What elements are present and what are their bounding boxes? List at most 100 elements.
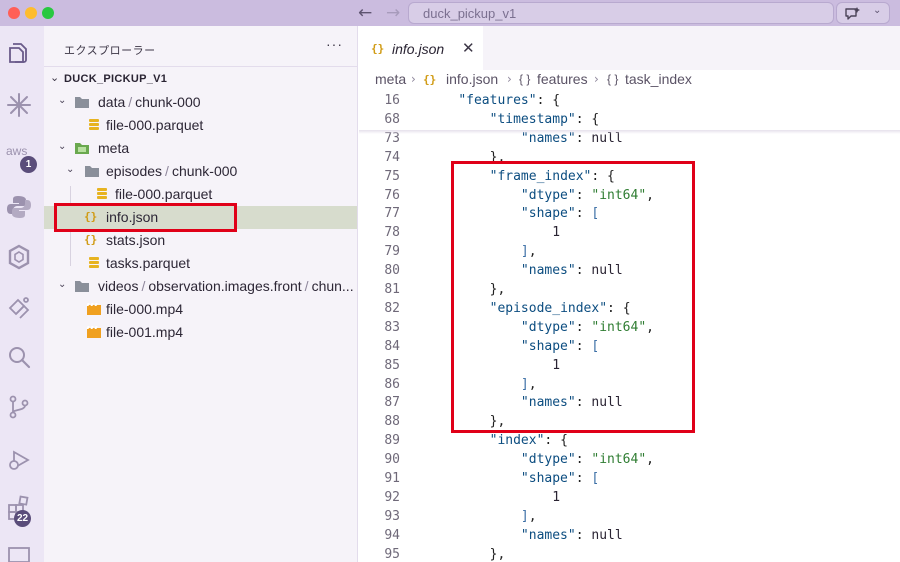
line-number: 88 bbox=[384, 414, 400, 430]
breadcrumb-item[interactable]: task_index bbox=[625, 71, 692, 87]
line-number: 87 bbox=[384, 395, 400, 411]
line-number: 83 bbox=[384, 319, 400, 335]
workspace-root-label: DUCK_PICKUP_V1 bbox=[64, 73, 168, 85]
line-number: 85 bbox=[384, 357, 400, 373]
line-number: 95 bbox=[384, 546, 400, 562]
openai-icon[interactable] bbox=[6, 244, 32, 270]
database-icon bbox=[97, 188, 107, 199]
database-icon bbox=[89, 119, 99, 130]
folder-meta-icon bbox=[75, 143, 89, 154]
tree-file-label: file-000.mp4 bbox=[106, 301, 184, 317]
database-icon bbox=[89, 257, 99, 268]
zoom-window-button[interactable] bbox=[42, 7, 54, 19]
chevron-down-icon: ⌄ bbox=[58, 279, 67, 290]
breadcrumb-item[interactable]: meta bbox=[375, 71, 406, 87]
code-text: ], bbox=[520, 508, 537, 524]
tree-file-data-parquet[interactable]: file-000.parquet bbox=[44, 114, 357, 137]
explorer-title: エクスプローラー bbox=[64, 45, 156, 57]
json-file-icon: {} bbox=[371, 42, 385, 55]
remote-explorer-icon[interactable] bbox=[6, 544, 32, 562]
python-icon[interactable] bbox=[6, 194, 32, 220]
tree-folder-videos[interactable]: ⌄ videos / observation.images.front / chun..… bbox=[44, 275, 357, 298]
more-actions-icon[interactable]: ··· bbox=[326, 36, 343, 52]
json-file-icon: {} bbox=[84, 233, 98, 246]
explorer-icon[interactable] bbox=[6, 40, 32, 66]
json-file-icon: {} bbox=[423, 73, 437, 86]
tree-file-tasks-parquet[interactable]: tasks.parquet bbox=[44, 252, 357, 275]
tree-folder-label: data / chunk-000 bbox=[98, 94, 201, 110]
chevron-down-icon: ⌄ bbox=[50, 71, 60, 84]
tree-file-label: file-001.mp4 bbox=[106, 324, 184, 340]
line-number: 91 bbox=[384, 471, 400, 486]
chat-sparkle-icon bbox=[845, 7, 860, 20]
command-center-label: duck_pickup_v1 bbox=[423, 6, 517, 21]
code-line[interactable]: 94 "names": null bbox=[359, 527, 900, 546]
breadcrumb: meta › {} info.json › { } features › { }… bbox=[359, 70, 900, 92]
chat-button[interactable]: ⌄ bbox=[836, 2, 890, 24]
line-number: 79 bbox=[384, 244, 400, 260]
extensions-icon[interactable]: 22 bbox=[6, 494, 32, 527]
code-line[interactable]: 93 ], bbox=[359, 508, 900, 527]
line-number: 68 bbox=[384, 111, 400, 127]
video-file-icon bbox=[86, 303, 101, 315]
back-arrow-icon[interactable]: ← bbox=[358, 3, 372, 23]
code-line[interactable]: 91 "shape": [ bbox=[359, 470, 900, 489]
line-number: 16 bbox=[384, 93, 400, 108]
tree-file-stats-json[interactable]: {} stats.json bbox=[44, 229, 357, 252]
tree-folder-label: videos / observation.images.front / chun... bbox=[98, 278, 354, 294]
line-number: 81 bbox=[384, 282, 400, 297]
close-icon[interactable]: ✕ bbox=[462, 39, 475, 57]
tree-file-video-001[interactable]: file-001.mp4 bbox=[44, 321, 357, 344]
breadcrumb-item[interactable]: info.json bbox=[446, 71, 498, 87]
line-number: 82 bbox=[384, 300, 400, 316]
minimize-window-button[interactable] bbox=[25, 7, 37, 19]
code-line[interactable]: 16 "features": { bbox=[359, 92, 900, 111]
chevron-down-icon: ⌄ bbox=[66, 164, 75, 175]
tree-file-label: stats.json bbox=[106, 232, 166, 248]
line-number: 77 bbox=[384, 206, 400, 222]
chevron-down-icon: ⌄ bbox=[58, 141, 67, 152]
tree-file-label: tasks.parquet bbox=[106, 255, 191, 271]
sticky-scroll-shadow bbox=[359, 129, 900, 134]
tree-folder-episodes[interactable]: ⌄ episodes / chunk-000 bbox=[44, 160, 357, 183]
code-line[interactable]: 68 "timestamp": { bbox=[359, 110, 900, 130]
code-line[interactable]: 92 1 bbox=[359, 489, 900, 508]
highlight-box-code bbox=[451, 161, 695, 433]
tree-folder-data[interactable]: ⌄ data / chunk-000 bbox=[44, 91, 357, 114]
spark-icon[interactable] bbox=[6, 92, 32, 118]
object-icon: { } bbox=[607, 72, 619, 86]
source-control-icon[interactable] bbox=[6, 394, 32, 420]
folder-icon bbox=[85, 166, 99, 177]
extensions-badge: 22 bbox=[14, 510, 32, 527]
line-number: 92 bbox=[384, 489, 400, 505]
activity-bar: aws 1 22 bbox=[0, 26, 44, 562]
code-text: "shape": [ bbox=[520, 471, 600, 486]
code-line[interactable]: 89 "index": { bbox=[359, 432, 900, 451]
code-line[interactable]: 90 "dtype": "int64", bbox=[359, 451, 900, 470]
line-number: 74 bbox=[384, 149, 400, 165]
tab-label: info.json bbox=[392, 41, 445, 57]
close-window-button[interactable] bbox=[8, 7, 20, 19]
tab-info-json[interactable]: {} info.json ✕ bbox=[359, 26, 483, 70]
workspace-section-header[interactable]: ⌄ DUCK_PICKUP_V1 bbox=[44, 66, 357, 90]
tree-file-video-000[interactable]: file-000.mp4 bbox=[44, 298, 357, 321]
code-text: "names": null bbox=[520, 527, 623, 543]
aws-icon[interactable]: aws 1 bbox=[6, 140, 37, 173]
forward-arrow-icon[interactable]: → bbox=[386, 3, 400, 23]
line-number: 84 bbox=[384, 338, 400, 354]
folder-icon bbox=[75, 281, 89, 292]
search-icon[interactable] bbox=[6, 344, 32, 370]
tree-file-label: file-000.parquet bbox=[115, 186, 213, 202]
breadcrumb-item[interactable]: features bbox=[537, 71, 588, 87]
object-icon: { } bbox=[519, 72, 531, 86]
paw-icon[interactable] bbox=[6, 294, 32, 320]
code-line[interactable]: 95 }, bbox=[359, 546, 900, 562]
chevron-down-icon: ⌄ bbox=[58, 95, 67, 106]
code-text: "index": { bbox=[489, 433, 568, 449]
run-debug-icon[interactable] bbox=[6, 446, 32, 472]
tab-bar: {} info.json ✕ bbox=[359, 26, 900, 70]
folder-icon bbox=[75, 97, 89, 108]
code-text: "dtype": "int64", bbox=[520, 452, 654, 468]
tree-folder-meta[interactable]: ⌄ meta bbox=[44, 137, 357, 160]
command-center[interactable]: duck_pickup_v1 bbox=[408, 2, 834, 24]
